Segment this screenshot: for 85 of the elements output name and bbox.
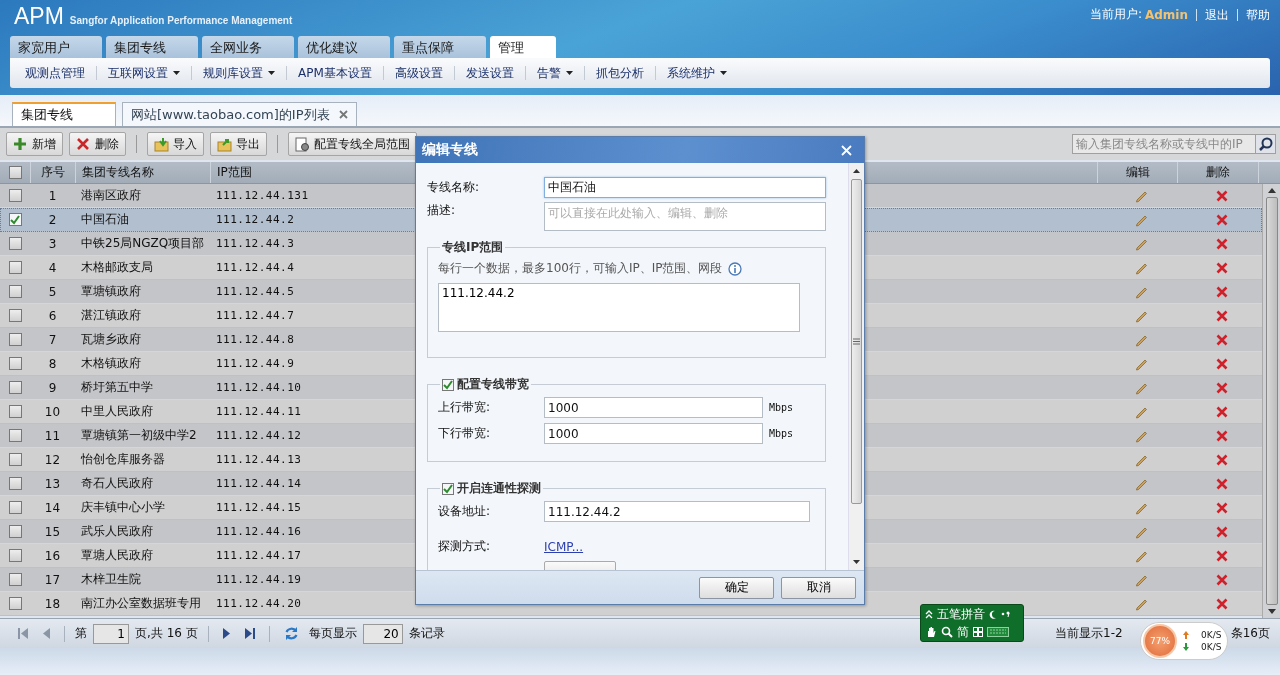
table-cell-text: 111.12.44.20 <box>215 596 303 612</box>
table-cell-text: 6 <box>47 307 58 325</box>
field-label: 描述: <box>427 202 457 219</box>
table-cell-text: 111.12.44.14 <box>215 476 303 492</box>
table-cell-text: 111.12.44.8 <box>215 332 296 348</box>
table-cell-text: 13 <box>43 475 62 493</box>
usage-gauge: 77% <box>1143 624 1177 658</box>
table-cell-text: 111.12.44.2 <box>215 212 296 228</box>
download-speed: 0K/S <box>1201 642 1222 652</box>
table-cell-text: 武乐人民政府 <box>80 523 154 540</box>
table-cell-text: 瓦塘乡政府 <box>80 331 142 348</box>
field-label: 专线名称: <box>427 179 481 196</box>
table-cell-text: 111.12.44.13 <box>215 452 303 468</box>
table-cell-text: 木格镇政府 <box>80 355 142 372</box>
table-cell-text: 2 <box>47 211 58 229</box>
column-header: 编辑 <box>1097 162 1177 183</box>
section-title: 开启连通性探测 <box>457 480 541 497</box>
table-cell-text: 111.12.44.3 <box>215 236 296 252</box>
table-cell-text: 覃塘镇政府 <box>80 283 142 300</box>
column-header: IP范围 <box>210 162 410 183</box>
table-cell-text: 111.12.44.7 <box>215 308 296 324</box>
table-cell-text: 怡创仓库服务器 <box>80 451 166 468</box>
table-cell-text: 中铁25局NGZQ项目部 <box>80 235 206 252</box>
field-label: 探测方式: <box>438 538 492 555</box>
app-logo: APM <box>14 4 64 28</box>
table-cell-text: 111.12.44.19 <box>215 572 303 588</box>
column-header: 序号 <box>30 162 75 183</box>
table-cell-text: 12 <box>43 451 62 469</box>
column-header: 删除 <box>1177 162 1258 183</box>
table-cell-text: 覃塘人民政府 <box>80 547 154 564</box>
field-label: 设备地址: <box>438 503 492 520</box>
table-cell-text: 7 <box>47 331 58 349</box>
column-header: 集团专线名称 <box>75 162 210 183</box>
table-cell-text: 111.12.44.5 <box>215 284 296 300</box>
table-cell-text: 中里人民政府 <box>80 403 154 420</box>
hint-text: 每行一个数据，最多100行，可输入IP、IP范围、网段 <box>438 260 723 277</box>
table-cell-text: 11 <box>43 427 62 445</box>
pager-label: 条记录 <box>408 625 445 642</box>
table-cell-text: 111.12.44.131 <box>215 188 310 204</box>
table-cell-text: 111.12.44.17 <box>215 548 303 564</box>
unit-label: Mbps <box>769 428 794 439</box>
table-cell-text: 木格邮政支局 <box>80 259 154 276</box>
table-cell-text: 4 <box>47 259 58 277</box>
user-label: 当前用户: <box>1089 6 1142 23</box>
section-title: 配置专线带宽 <box>457 376 529 393</box>
app-subtitle: Sangfor Application Performance Management <box>69 14 293 28</box>
table-cell-text: 南江办公室数据班专用 <box>80 595 202 612</box>
field-label: 下行带宽: <box>438 425 492 442</box>
table-cell-text: 5 <box>47 283 58 301</box>
table-cell-text: 18 <box>43 595 62 613</box>
table-cell-text: 覃塘镇第一初级中学2 <box>80 427 198 444</box>
table-cell-text: 17 <box>43 571 62 589</box>
table-cell-text: 10 <box>43 403 62 421</box>
table-cell-text: 14 <box>43 499 62 517</box>
table-cell-text: 1 <box>47 187 58 205</box>
section-title: 专线IP范围 <box>442 240 504 254</box>
table-cell-text: 111.12.44.9 <box>215 356 296 372</box>
pager-label: 页,共 16 页 <box>135 625 198 642</box>
table-cell-text: 111.12.44.10 <box>215 380 303 396</box>
table-cell-text: 8 <box>47 355 58 373</box>
table-cell-text: 中国石油 <box>80 211 130 228</box>
field-label: 上行带宽: <box>438 399 492 416</box>
table-cell-text: 9 <box>47 379 58 397</box>
unit-label: Mbps <box>769 402 794 413</box>
table-cell-text: 111.12.44.11 <box>215 404 303 420</box>
upload-speed: 0K/S <box>1201 630 1222 640</box>
user-name: Admin <box>1144 7 1188 22</box>
table-cell-text: 港南区政府 <box>80 187 142 204</box>
table-cell-text: 木梓卫生院 <box>80 571 142 588</box>
table-cell-text: 15 <box>43 523 62 541</box>
pager-label: 每页显示 <box>308 625 357 642</box>
dialog-title: 编辑专线 <box>422 141 478 159</box>
table-cell-text: 111.12.44.12 <box>215 428 303 444</box>
table-cell-text: 3 <box>47 235 58 253</box>
table-cell-text: 111.12.44.15 <box>215 500 303 516</box>
table-cell-text: 奇石人民政府 <box>80 475 154 492</box>
table-cell-text: 桥圩第五中学 <box>80 379 154 396</box>
pager-label: 第 <box>75 625 87 642</box>
table-cell-text: 16 <box>43 547 62 565</box>
table-cell-text: 111.12.44.4 <box>215 260 296 276</box>
pager-status: 条16页 <box>1230 625 1270 642</box>
table-cell-text: 湛江镇政府 <box>80 307 142 324</box>
pager-status: 当前显示1-2 <box>1055 625 1123 642</box>
table-cell-text: 庆丰镇中心小学 <box>80 499 166 516</box>
table-cell-text: 111.12.44.16 <box>215 524 303 540</box>
